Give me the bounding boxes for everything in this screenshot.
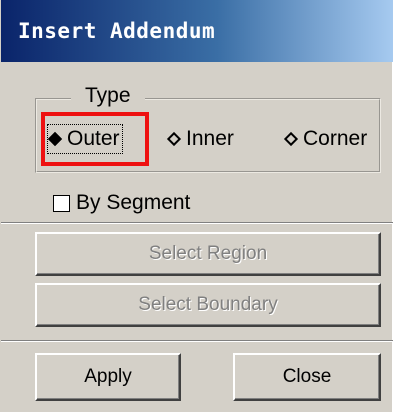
radio-outer-label: Outer: [67, 127, 120, 150]
radio-corner[interactable]: Corner: [283, 124, 368, 154]
type-group-legend: Type: [71, 84, 145, 108]
divider: [1, 222, 393, 224]
radio-inner[interactable]: Inner: [166, 124, 234, 154]
apply-label: Apply: [84, 366, 132, 387]
radio-inner-label: Inner: [186, 127, 234, 150]
radio-outer[interactable]: Outer: [47, 124, 123, 154]
close-button[interactable]: Close: [233, 353, 381, 401]
select-region-label: Select Region: [148, 243, 268, 264]
radio-corner-label: Corner: [303, 127, 368, 150]
by-segment-checkbox[interactable]: By Segment: [53, 190, 190, 216]
by-segment-label: By Segment: [76, 191, 191, 214]
checkbox-unchecked-icon: [53, 194, 70, 212]
close-label: Close: [282, 366, 332, 387]
select-region-button[interactable]: Select Region: [35, 232, 381, 276]
radio-unselected-icon: [166, 131, 182, 147]
window-title: Insert Addendum: [18, 19, 216, 43]
apply-button[interactable]: Apply: [35, 353, 181, 401]
title-bar[interactable]: Insert Addendum: [1, 0, 393, 62]
select-boundary-label: Select Boundary: [138, 294, 278, 315]
select-boundary-button[interactable]: Select Boundary: [35, 283, 381, 327]
insert-addendum-dialog: Insert Addendum Type Outer Inner Corner …: [0, 0, 393, 412]
radio-unselected-icon: [283, 131, 299, 147]
radio-selected-icon: [47, 131, 63, 147]
divider: [1, 340, 393, 342]
